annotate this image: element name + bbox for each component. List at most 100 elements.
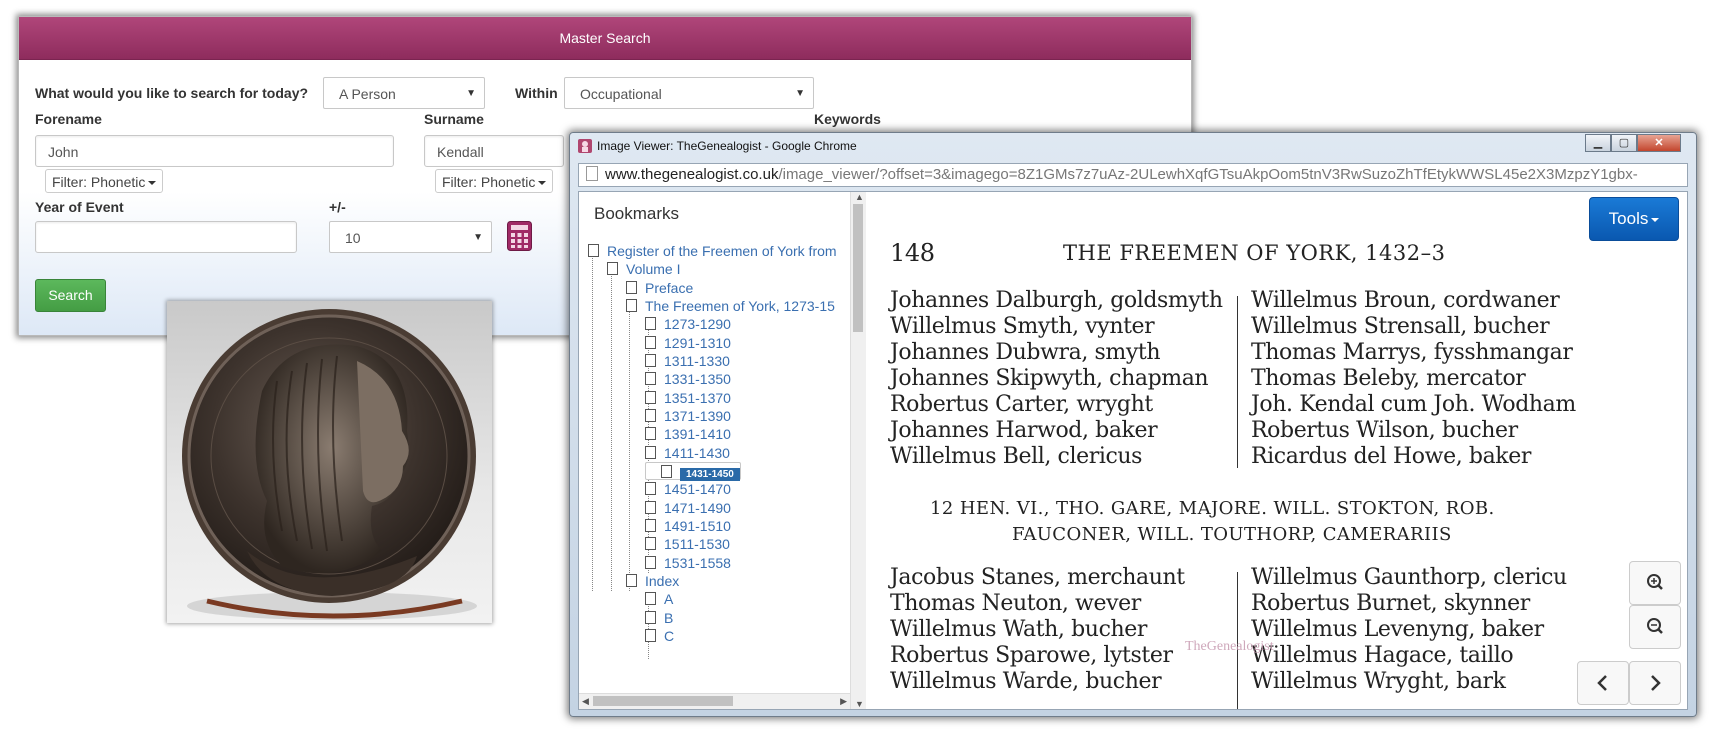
record-line: Johannes Harwod, baker	[890, 418, 1158, 443]
bookmark-range[interactable]: 1351-1370	[645, 389, 731, 407]
document-icon	[626, 299, 637, 312]
bookmark-label: 1331-1350	[664, 371, 731, 387]
forename-input[interactable]: John	[35, 135, 394, 167]
document-icon	[645, 592, 656, 605]
scrollbar-thumb[interactable]	[593, 696, 733, 706]
document-icon	[645, 391, 656, 404]
record-line: Robertus Carter, wryght	[890, 392, 1153, 417]
search-type-select[interactable]: A Person ▼	[323, 77, 485, 109]
calculator-icon[interactable]	[507, 221, 532, 251]
zoom-in-icon	[1647, 574, 1663, 590]
bookmark-index-letter[interactable]: B	[645, 609, 673, 627]
bookmark-label: 1351-1370	[664, 390, 731, 406]
bookmark-index-letter[interactable]: C	[645, 627, 674, 645]
document-icon	[661, 465, 672, 478]
bookmark-label: 1491-1510	[664, 518, 731, 534]
document-icon	[645, 629, 656, 642]
search-button[interactable]: Search	[35, 279, 106, 312]
close-icon[interactable]: ✕	[1637, 134, 1681, 152]
bookmark-register[interactable]: Register of the Freemen of York from	[588, 242, 837, 260]
minimize-icon[interactable]: ▁	[1585, 134, 1611, 152]
surname-filter-dropdown[interactable]: Filter: Phonetic	[435, 169, 554, 193]
record-line: Thomas Marrys, fysshmangar	[1251, 340, 1573, 365]
surname-input[interactable]: Kendall	[424, 135, 564, 167]
document-icon	[645, 409, 656, 422]
master-search-title: Master Search	[19, 17, 1191, 60]
scroll-up-icon[interactable]: ▲	[855, 192, 864, 202]
bookmark-range[interactable]: 1291-1310	[645, 334, 731, 352]
bookmark-label: 1451-1470	[664, 481, 731, 497]
maximize-icon[interactable]: ▢	[1611, 134, 1637, 152]
scroll-right-icon[interactable]: ▶	[840, 696, 847, 707]
scrollbar-thumb[interactable]	[853, 204, 863, 332]
bookmark-range[interactable]: 1273-1290	[645, 315, 731, 333]
window-title: Image Viewer: TheGenealogist - Google Ch…	[597, 139, 857, 153]
bookmark-label: 1311-1330	[664, 353, 730, 369]
plus-minus-select[interactable]: 10 ▼	[329, 221, 492, 253]
column-divider	[1237, 296, 1238, 468]
bookmark-label: C	[664, 628, 675, 644]
bookmark-range[interactable]: 1311-1330	[645, 352, 730, 370]
bookmark-label: 1471-1490	[664, 500, 731, 516]
caret-down-icon	[538, 181, 547, 186]
within-select[interactable]: Occupational ▼	[564, 77, 814, 109]
bookmark-range[interactable]: 1371-1390	[645, 407, 731, 425]
scroll-left-icon[interactable]: ◀	[582, 696, 589, 707]
bookmark-range[interactable]: 1531-1558	[645, 554, 731, 572]
plus-minus-value: 10	[345, 230, 361, 246]
forename-filter-dropdown[interactable]: Filter: Phonetic	[45, 169, 164, 193]
bookmark-freemen[interactable]: The Freemen of York, 1273-15	[626, 297, 835, 315]
record-line: Jacobus Stanes, merchaunt	[890, 565, 1185, 590]
search-question-label: What would you like to search for today?	[35, 85, 309, 101]
bookmarks-vertical-scrollbar[interactable]: ▲ ▼	[850, 192, 866, 709]
bookmark-index-letter[interactable]: A	[645, 590, 673, 608]
bookmark-label: 1273-1290	[664, 316, 731, 332]
address-bar[interactable]: www.thegenealogist.co.uk/image_viewer/?o…	[578, 163, 1688, 187]
tools-button[interactable]: Tools	[1589, 197, 1679, 241]
previous-page-button[interactable]	[1577, 661, 1629, 705]
section-heading: 12 HEN. VI., THO. GARE, MAJORE. WILL. ST…	[930, 498, 1495, 519]
chevron-down-icon: ▼	[466, 88, 476, 99]
window-titlebar[interactable]: Image Viewer: TheGenealogist - Google Ch…	[570, 133, 1696, 161]
record-line: Willelmus Bell, clericus	[890, 444, 1143, 469]
document-icon	[588, 244, 599, 257]
bookmark-range[interactable]: 1511-1530	[645, 535, 730, 553]
record-line: Willelmus Strensall, bucher	[1251, 314, 1550, 339]
tree-guide	[592, 251, 593, 591]
year-of-event-input[interactable]	[35, 221, 297, 253]
bookmark-range[interactable]: 1331-1350	[645, 370, 731, 388]
zoom-out-button[interactable]	[1629, 605, 1681, 649]
bookmark-range-selected[interactable]: 1431-1450	[645, 462, 741, 481]
bookmark-label: 1411-1430	[664, 445, 730, 461]
bookmark-range[interactable]: 1411-1430	[645, 444, 730, 462]
document-icon	[626, 574, 637, 587]
bookmarks-horizontal-scrollbar[interactable]: ◀ ▶	[579, 693, 850, 709]
bookmark-volume[interactable]: Volume I	[607, 260, 680, 278]
bronze-medal-image	[182, 309, 477, 620]
bookmark-label: The Freemen of York, 1273-15	[645, 298, 835, 314]
zoom-in-button[interactable]	[1629, 561, 1681, 605]
record-line: Joh. Kendal cum Joh. Wodham	[1251, 392, 1576, 417]
bookmark-label: B	[664, 610, 674, 626]
next-page-button[interactable]	[1629, 661, 1681, 705]
url-path: /image_viewer/?offset=3&imagego=8Z1GMs7z…	[778, 166, 1638, 183]
bookmark-preface[interactable]: Preface	[626, 279, 693, 297]
record-line: Willelmus Smyth, vynter	[890, 314, 1155, 339]
record-line: Thomas Beleby, mercator	[1251, 366, 1526, 391]
bookmark-range[interactable]: 1451-1470	[645, 480, 731, 498]
scroll-down-icon[interactable]: ▼	[855, 699, 864, 709]
genealogist-watermark: TheGenealogist	[1185, 639, 1274, 654]
year-of-event-label: Year of Event	[35, 199, 124, 215]
document-icon	[645, 354, 656, 367]
document-icon	[645, 372, 656, 385]
bookmark-range[interactable]: 1491-1510	[645, 517, 731, 535]
document-icon	[645, 556, 656, 569]
within-value: Occupational	[580, 86, 662, 102]
bookmark-label: Register of the Freemen of York from	[607, 243, 837, 259]
bookmark-index[interactable]: Index	[626, 572, 679, 590]
bookmark-range[interactable]: 1471-1490	[645, 499, 731, 517]
bookmark-range[interactable]: 1391-1410	[645, 425, 731, 443]
bookmarks-panel: Bookmarks Register of the Freemen of Yor…	[579, 192, 867, 709]
bookmark-label: Index	[645, 573, 680, 589]
record-line: Robertus Wilson, bucher	[1251, 418, 1518, 443]
